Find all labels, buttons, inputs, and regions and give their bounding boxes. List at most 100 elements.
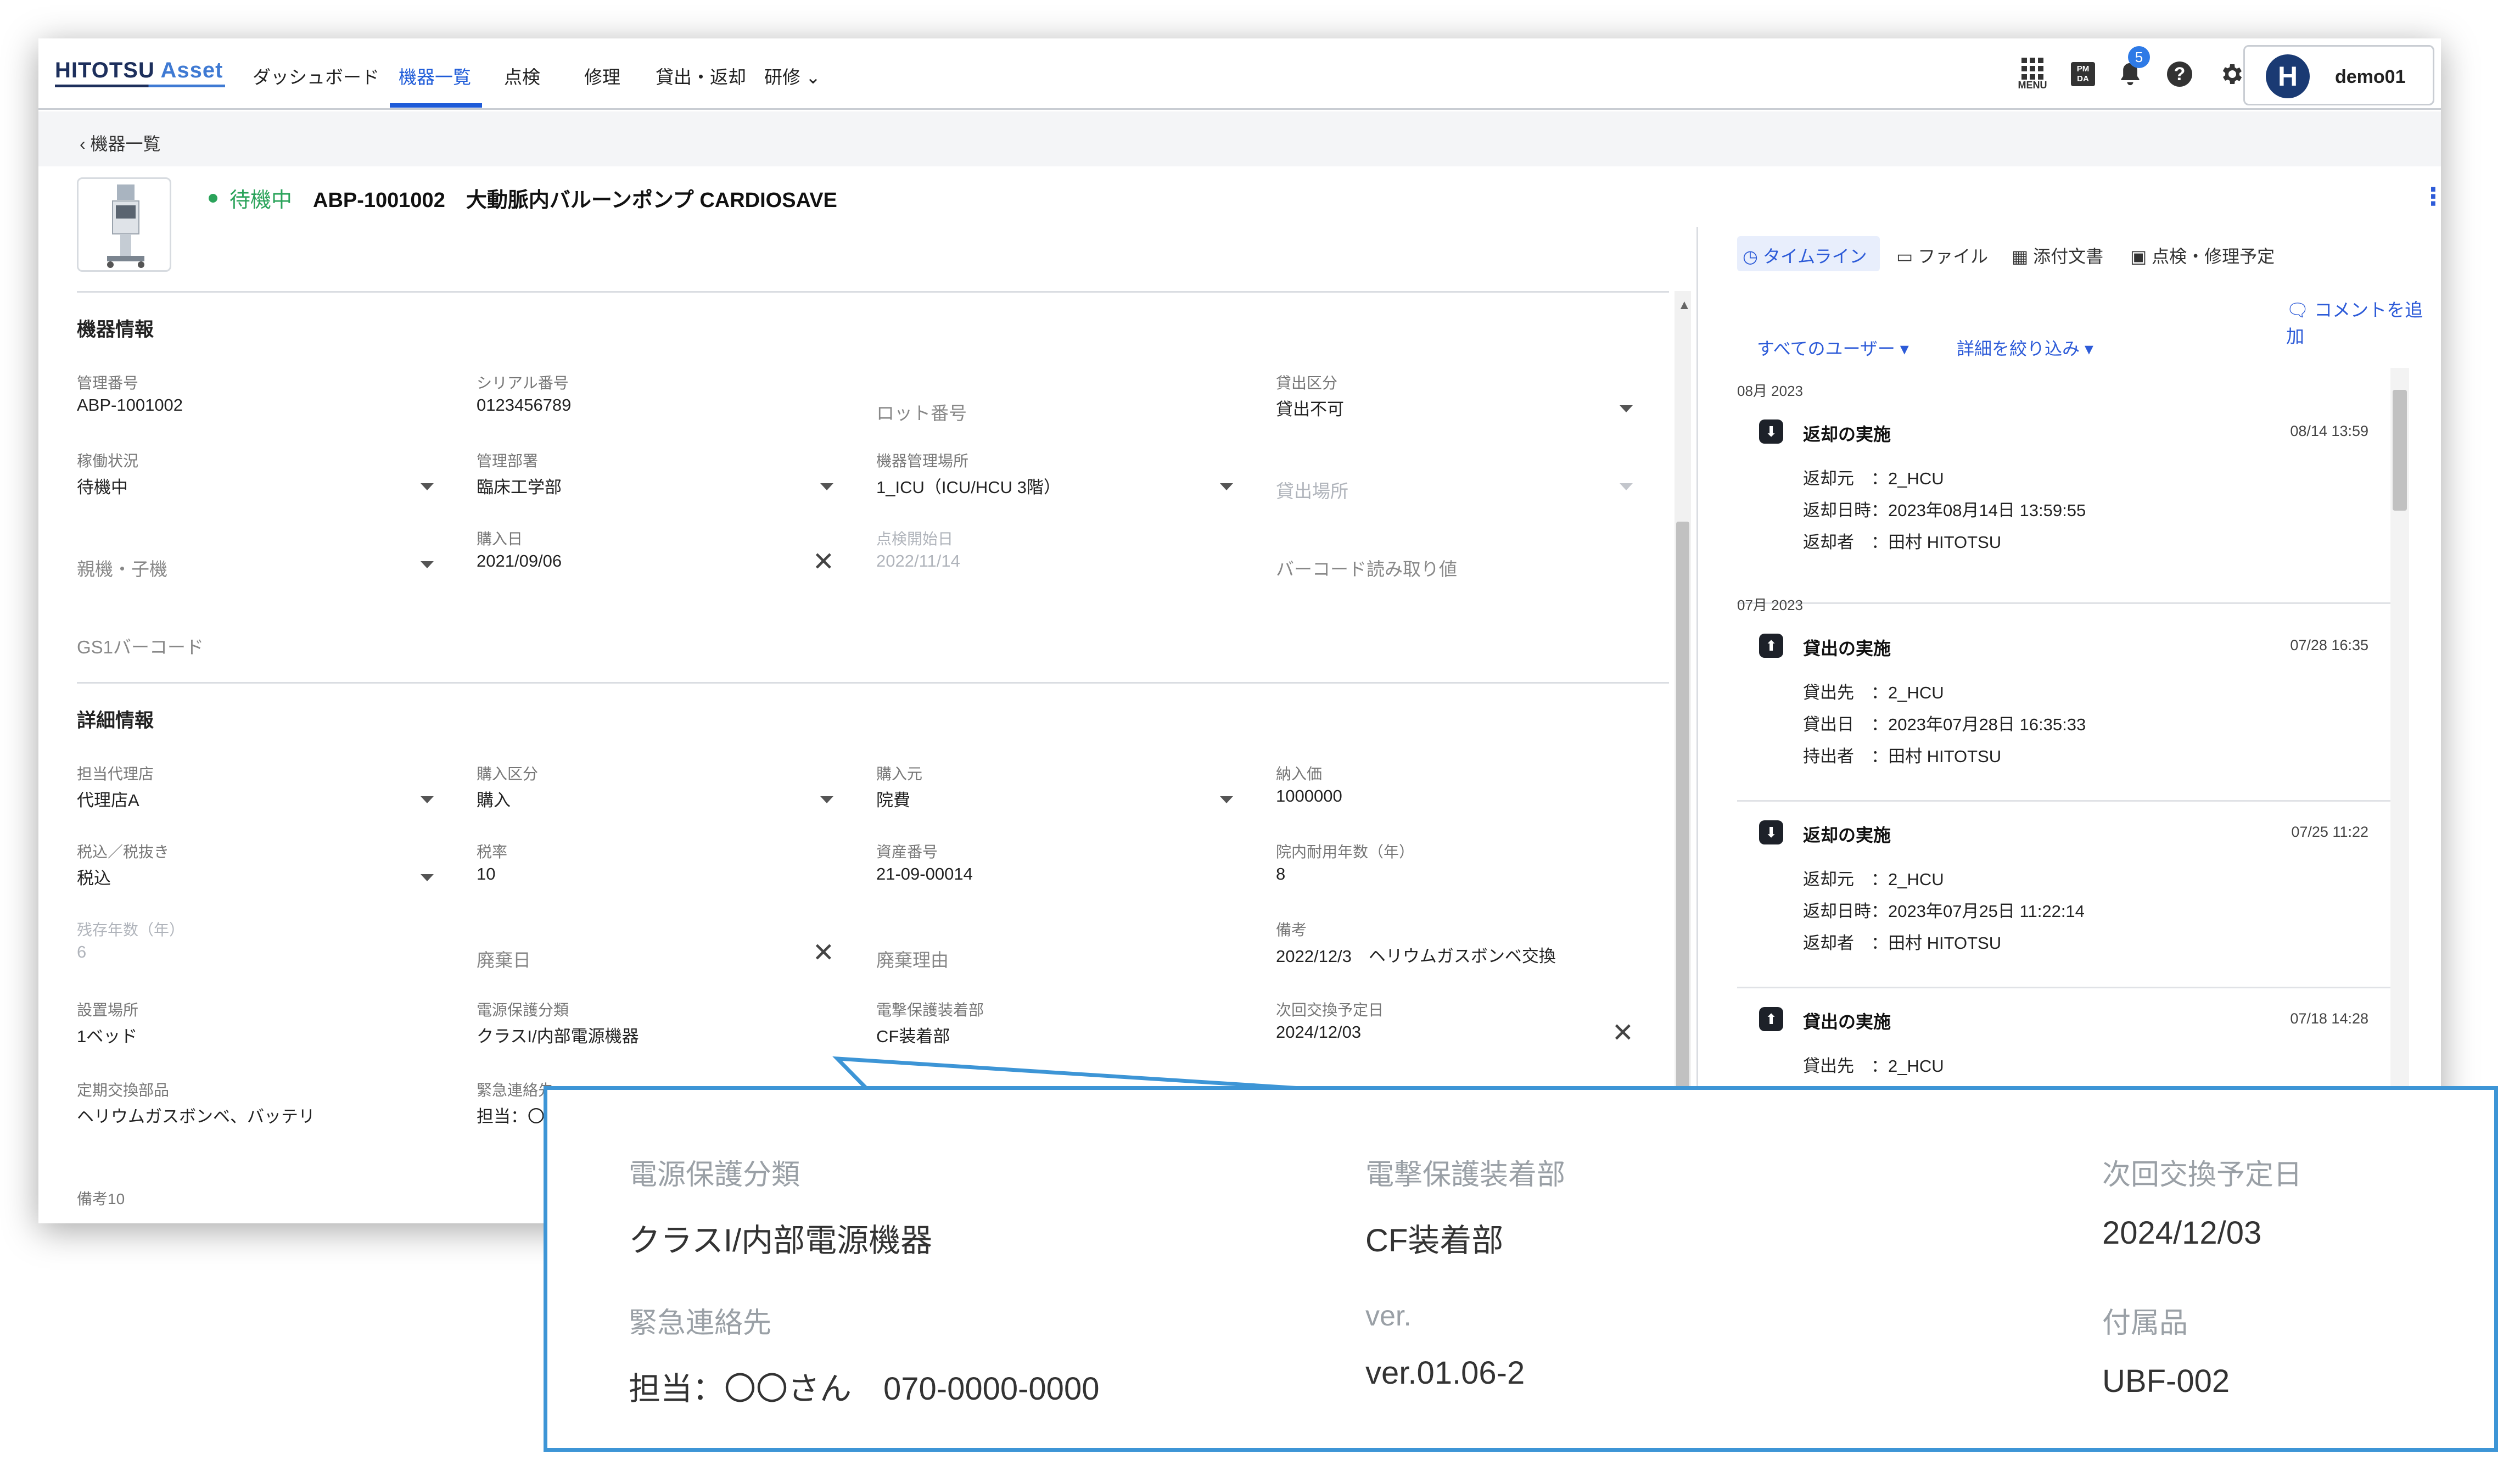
timeline-item[interactable]: ⬇ 返却の実施 08/14 13:59 返却元 ：2_HCU 返却日時：2023… <box>1737 401 2390 604</box>
more-vert-icon[interactable]: ⋮ <box>2421 183 2441 211</box>
field-kashidashi-kubun[interactable]: 貸出区分 貸出不可 <box>1276 371 1633 432</box>
nav-active-indicator <box>390 103 482 108</box>
caret-down-icon: ▾ <box>1900 339 1909 359</box>
field-zeikomi[interactable]: 税込／税抜き 税込 <box>77 840 434 900</box>
clock-icon: ◷ <box>1743 247 1758 266</box>
chevron-left-icon: ‹ <box>80 134 86 154</box>
timeline-row: 返却元 ：2_HCU <box>1803 469 1944 488</box>
tab-attachments[interactable]: ▦ 添付文書 <box>2012 243 2103 268</box>
filter-detail-dropdown[interactable]: 詳細を絞り込み ▾ <box>1957 335 2093 360</box>
timeline-title: 返却の実施 <box>1803 825 1891 845</box>
caret-down-icon: ▾ <box>2084 339 2093 359</box>
menu-grid-icon[interactable]: MENU <box>2016 55 2049 93</box>
callout-dengen: 電源保護分類 クラスI/内部電源機器 <box>629 1159 933 1258</box>
field-haiki-bi[interactable]: 廃棄日 ✕ <box>477 918 835 978</box>
logo-underline <box>55 85 225 87</box>
field-oyako[interactable]: 親機・子機 <box>77 527 434 588</box>
gear-icon[interactable] <box>2215 55 2248 93</box>
breadcrumb-bar: ‹ 機器一覧 <box>38 111 2441 166</box>
field-gs1[interactable]: GS1バーコード <box>77 605 434 665</box>
field-teiki[interactable]: 定期交換部品 ヘリウムガスボンベ、バッテリ <box>77 1078 434 1139</box>
callout-ver: ver. ver.01.06-2 <box>1365 1300 1525 1391</box>
scroll-up-icon[interactable]: ▲ <box>1678 298 1691 313</box>
field-konyu-kubun[interactable]: 購入区分 購入 <box>477 762 833 823</box>
back-link[interactable]: ‹ 機器一覧 <box>80 130 161 155</box>
tab-timeline[interactable]: ◷ タイムライン <box>1743 243 1867 268</box>
help-icon[interactable]: ? <box>2163 55 2196 93</box>
field-zanzon[interactable]: 残存年数（年） 6 <box>77 918 434 978</box>
field-kanri-no[interactable]: 管理番号 ABP-1001002 <box>77 371 434 432</box>
timeline-item[interactable]: ⬆ 貸出の実施 07/28 16:35 貸出先 ：2_HCU 貸出日 ：2023… <box>1737 615 2390 802</box>
nav-repair[interactable]: 修理 <box>584 63 620 89</box>
field-dengen[interactable]: 電源保護分類 クラスI/内部電源機器 <box>477 998 833 1059</box>
field-biko[interactable]: 備考 2022/12/3 ヘリウムガスボンベ交換 <box>1276 918 1633 978</box>
device-thumbnail[interactable] <box>77 177 171 272</box>
field-serial[interactable]: シリアル番号 0123456789 <box>477 371 833 432</box>
upload-icon: ⬆ <box>1759 1007 1783 1031</box>
nav-inspection[interactable]: 点検 <box>504 63 540 89</box>
filter-users-dropdown[interactable]: すべてのユーザー ▾ <box>1757 335 1909 360</box>
nav-dashboard[interactable]: ダッシュボード <box>253 63 379 89</box>
zoom-callout: 電源保護分類 クラスI/内部電源機器 電撃保護装着部 CF装着部 次回交換予定日 20… <box>544 1086 2498 1452</box>
field-dengeki[interactable]: 電撃保護装着部 CF装着部 <box>876 998 1233 1059</box>
scrollbar-thumb[interactable] <box>2393 390 2407 511</box>
field-setchi[interactable]: 設置場所 1ベッド <box>77 998 434 1059</box>
field-haiki-riyu[interactable]: 廃棄理由 <box>876 918 1233 978</box>
field-shisan-no[interactable]: 資産番号 21-09-00014 <box>876 840 1233 900</box>
status-badge: 待機中 <box>229 189 293 212</box>
calendar-icon: ▣ <box>2130 247 2147 266</box>
timeline-row: 返却者 ：田村 HITOTSU <box>1803 533 2002 552</box>
timeline-title: 返却の実施 <box>1803 424 1891 444</box>
field-tainen[interactable]: 院内耐用年数（年） 8 <box>1276 840 1633 900</box>
panel-divider <box>1696 227 1698 1223</box>
nav-device-list[interactable]: 機器一覧 <box>399 63 471 89</box>
field-busho[interactable]: 管理部署 臨床工学部 <box>477 449 833 510</box>
field-kashidashi-basho[interactable]: 貸出場所 <box>1276 449 1633 510</box>
section-title-info: 機器情報 <box>77 319 154 340</box>
field-tenken-kaishi[interactable]: 点検開始日 2022/11/14 <box>876 527 1233 588</box>
field-biko10[interactable]: 備考10 <box>77 1187 434 1220</box>
field-kado[interactable]: 稼働状況 待機中 <box>77 449 434 510</box>
field-konyu-moto[interactable]: 購入元 院費 <box>876 762 1233 823</box>
clear-icon[interactable]: ✕ <box>813 940 835 966</box>
tab-files[interactable]: ▭ ファイル <box>1896 243 1988 268</box>
field-koukan[interactable]: 次回交換予定日 2024/12/03 ✕ <box>1276 998 1634 1059</box>
main-scrollbar[interactable] <box>1675 291 1691 1223</box>
clear-icon[interactable]: ✕ <box>1612 1020 1634 1047</box>
dropdown-arrow-icon <box>421 561 434 568</box>
dropdown-arrow-icon <box>1220 796 1233 803</box>
download-icon: ⬇ <box>1759 820 1783 844</box>
timeline-item[interactable]: ⬇ 返却の実施 07/25 11:22 返却元 ：2_HCU 返却日時：2023… <box>1737 802 2390 988</box>
callout-fuzoku: 付属品 UBF-002 <box>2102 1307 2230 1399</box>
app-logo[interactable]: HITOTSU Asset <box>55 58 223 83</box>
field-lot[interactable]: ロット番号 <box>876 371 1233 432</box>
field-barcode-read[interactable]: バーコード読み取り値 <box>1276 527 1633 588</box>
timeline-row: 返却者 ：田村 HITOTSU <box>1803 933 2002 953</box>
nav-lend-return[interactable]: 貸出・返却 <box>656 63 746 89</box>
timeline-row: 返却日時：2023年07月25日 11:22:14 <box>1803 902 2085 921</box>
document-icon: ▦ <box>2012 247 2029 266</box>
divider <box>77 291 1669 293</box>
clear-icon[interactable]: ✕ <box>813 549 835 575</box>
status-dot <box>209 194 217 203</box>
pmda-icon[interactable]: PM DA <box>2067 55 2099 93</box>
timeline-row: 返却元 ：2_HCU <box>1803 870 1944 889</box>
add-comment-button[interactable]: 🗨 コメントを追加 <box>2286 295 2441 348</box>
field-nounyu-ka[interactable]: 納入価 1000000 <box>1276 762 1633 823</box>
user-menu[interactable]: H demo01 <box>2243 45 2434 105</box>
device-title-bar: 待機中 ABP-1001002 大動脈内バルーンポンプ CARDIOSAVE ⋮ <box>38 166 2441 272</box>
nav-training[interactable]: 研修 ⌄ <box>764 63 821 89</box>
timeline-row: 貸出先 ：2_HCU <box>1803 1056 1944 1076</box>
field-dairiten[interactable]: 担当代理店 代理店A <box>77 762 434 823</box>
timeline-row: 貸出先 ：2_HCU <box>1803 683 1944 702</box>
tab-schedule[interactable]: ▣ 点検・修理予定 <box>2130 243 2275 268</box>
field-zeiritsu[interactable]: 税率 10 <box>477 840 833 900</box>
field-basho[interactable]: 機器管理場所 1_ICU（ICU/HCU 3階） <box>876 449 1233 510</box>
chevron-down-icon: ⌄ <box>805 67 821 87</box>
menu-label: MENU <box>2018 79 2047 91</box>
callout-kinkyu: 緊急連絡先 担当：〇〇さん 070-0000-0000 <box>629 1307 1100 1407</box>
timeline-time: 07/18 14:28 <box>2290 1010 2368 1027</box>
field-konyu-bi[interactable]: 購入日 2021/09/06 ✕ <box>477 527 835 588</box>
dropdown-arrow-icon <box>1620 405 1633 412</box>
dropdown-arrow-icon <box>1220 483 1233 490</box>
